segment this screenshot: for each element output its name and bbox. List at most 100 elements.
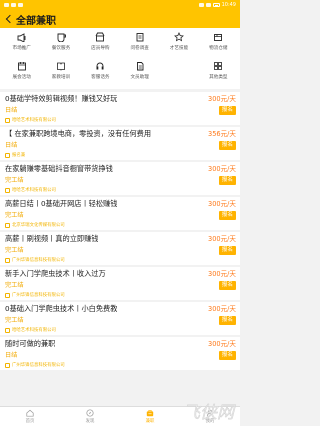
job-salary: 300元/天 (208, 165, 236, 173)
category-empty (159, 59, 198, 86)
settlement-type: 完工结 (5, 281, 24, 289)
apply-button[interactable]: 报名 (218, 281, 236, 290)
job-card[interactable]: 0基础学特效剪辑视频！赚钱又好玩 300元/天 日结 报名 哈哈艺术科技有限公司 (0, 92, 240, 125)
settlement-type: 完工结 (5, 246, 24, 254)
settlement-type: 完工结 (5, 211, 24, 219)
tab-label: 兼职 (145, 419, 155, 424)
job-salary: 356元/天 (208, 130, 236, 138)
watermark-logo: 飞侠网 (183, 403, 236, 423)
company-name: 广州华锋信息科技有限公司 (12, 258, 65, 263)
company-icon (5, 362, 10, 368)
company-name: 哈哈艺术科技有限公司 (12, 188, 56, 193)
category-megaphone[interactable]: 市场推广 (2, 30, 41, 57)
category-grid: 市场推广 餐饮服务 店员导购 问卷调查 才艺技能 物流仓储展会活动 家教培训 客服话务 文员助理… (0, 28, 240, 89)
signal-icon (205, 3, 211, 7)
company-icon (5, 152, 10, 158)
category-headset[interactable]: 客服话务 (81, 59, 120, 86)
apply-button[interactable]: 报名 (218, 176, 236, 185)
company-name: 广州华锋信息科技有限公司 (12, 293, 65, 298)
app-header: 全部兼职 (0, 10, 240, 28)
category-label: 客服话务 (91, 75, 110, 80)
category-label: 店员导购 (91, 46, 110, 51)
apply-button[interactable]: 报名 (218, 316, 236, 325)
company-icon (5, 292, 10, 298)
company-icon (5, 257, 10, 263)
apply-button[interactable]: 报名 (218, 351, 236, 360)
tab-label: 发现 (85, 419, 95, 424)
tab-label: 首页 (25, 419, 35, 424)
company-icon (5, 117, 10, 123)
category-label: 物流仓储 (209, 46, 228, 51)
cup-icon (57, 33, 66, 42)
star-icon (174, 32, 184, 42)
notification-icon (4, 3, 9, 7)
job-card[interactable]: 高薪日结丨0基础开网店丨轻松赚钱 300元/天 完工结 报名 北京华瑞文化传媒有限公司 (0, 197, 240, 230)
job-title: 【 在家兼职跨境电商，零投资，没有任何费用 (5, 129, 152, 138)
company-name: 报名兼 (12, 153, 26, 158)
svg-text:飞侠网: 飞侠网 (183, 403, 236, 423)
job-card[interactable]: 高薪丨刷视频丨真的立即赚钱 300元/天 完工结 报名 广州华锋信息科技有限公司 (0, 232, 240, 265)
category-document[interactable]: 文员助理 (120, 59, 159, 86)
job-title: 0基础入门学爬虫技术丨小白免费教 (5, 304, 118, 313)
job-salary: 300元/天 (208, 95, 236, 103)
headset-icon (96, 62, 104, 70)
job-list: 0基础学特效剪辑视频！赚钱又好玩 300元/天 日结 报名 哈哈艺术科技有限公司【 在家… (0, 92, 240, 370)
category-label: 展会活动 (12, 75, 31, 80)
job-card[interactable]: 随时可做的兼职 300元/天 日结 报名 广州华锋信息科技有限公司 (0, 337, 240, 370)
battery-icon (212, 3, 220, 7)
apply-button[interactable]: 报名 (218, 211, 236, 220)
status-time: 10:49 (221, 2, 236, 8)
back-arrow-icon[interactable] (5, 14, 15, 24)
job-card[interactable]: 在家躺赚零基础抖音橱窗带货挣钱 300元/天 完工结 报名 哈哈艺术科技有限公司 (0, 162, 240, 195)
category-clipboard[interactable]: 问卷调查 (120, 30, 159, 57)
settlement-type: 日结 (5, 141, 18, 149)
category-label: 家教培训 (51, 75, 71, 80)
category-cup[interactable]: 餐饮服务 (41, 30, 80, 57)
box-icon (214, 34, 223, 41)
wifi-icon (198, 3, 204, 7)
job-salary: 300元/天 (208, 305, 236, 313)
category-book[interactable]: 家教培训 (41, 59, 80, 86)
category-calendar[interactable]: 展会活动 (2, 59, 41, 86)
apply-button[interactable]: 报名 (218, 106, 236, 115)
job-card[interactable]: 0基础入门学爬虫技术丨小白免费教 300元/天 完工结 报名 哈哈艺术科技有限公司 (0, 302, 240, 335)
job-card[interactable]: 新手入门学爬虫技术丨收入过万 300元/天完工结 报名广州华锋信息科技有限公司 (0, 267, 240, 300)
apply-button[interactable]: 报名 (218, 246, 236, 255)
category-label: 问卷调查 (130, 46, 149, 51)
category-grid[interactable]: 其他类型 (199, 59, 238, 86)
job-card[interactable]: 【 在家兼职跨境电商，零投资，没有任何费用 356元/天日结 报名报名兼 (0, 127, 240, 160)
category-box[interactable]: 物流仓储 (199, 30, 238, 57)
compass-icon (86, 409, 94, 417)
category-star[interactable]: 才艺技能 (159, 30, 198, 57)
category-label: 其他类型 (209, 75, 228, 80)
company-icon (5, 222, 10, 228)
book-icon (57, 62, 65, 71)
job-title: 新手入门学爬虫技术丨收入过万 (5, 269, 106, 278)
category-label: 文员助理 (130, 75, 149, 80)
grid-icon (214, 62, 223, 70)
notification-icon (11, 3, 16, 7)
settlement-type: 完工结 (5, 316, 24, 324)
company-icon (5, 327, 10, 333)
job-salary: 300元/天 (208, 235, 236, 243)
category-label: 市场推广 (12, 46, 31, 51)
job-salary: 300元/天 (208, 270, 236, 278)
settlement-type: 日结 (5, 106, 18, 114)
calendar-icon (17, 62, 26, 71)
category-label: 才艺技能 (169, 46, 189, 51)
notification-icons (4, 3, 23, 7)
document-icon (136, 62, 144, 71)
settlement-type: 日结 (5, 351, 18, 359)
apply-button[interactable]: 报名 (218, 141, 236, 150)
job-title: 高薪日结丨0基础开网店丨轻松赚钱 (5, 199, 118, 208)
job-salary: 300元/天 (208, 340, 236, 348)
clipboard-icon (136, 33, 144, 42)
tab-compass[interactable]: 发现 (60, 407, 120, 426)
tab-home[interactable]: 首页 (0, 407, 60, 426)
job-salary: 300元/天 (208, 200, 236, 208)
status-bar: 10:49 (0, 0, 240, 10)
company-name: 广州华锋信息科技有限公司 (12, 363, 65, 368)
category-store[interactable]: 店员导购 (81, 30, 120, 57)
tab-briefcase[interactable]: 兼职 (120, 407, 180, 426)
settlement-type: 完工结 (5, 176, 24, 184)
